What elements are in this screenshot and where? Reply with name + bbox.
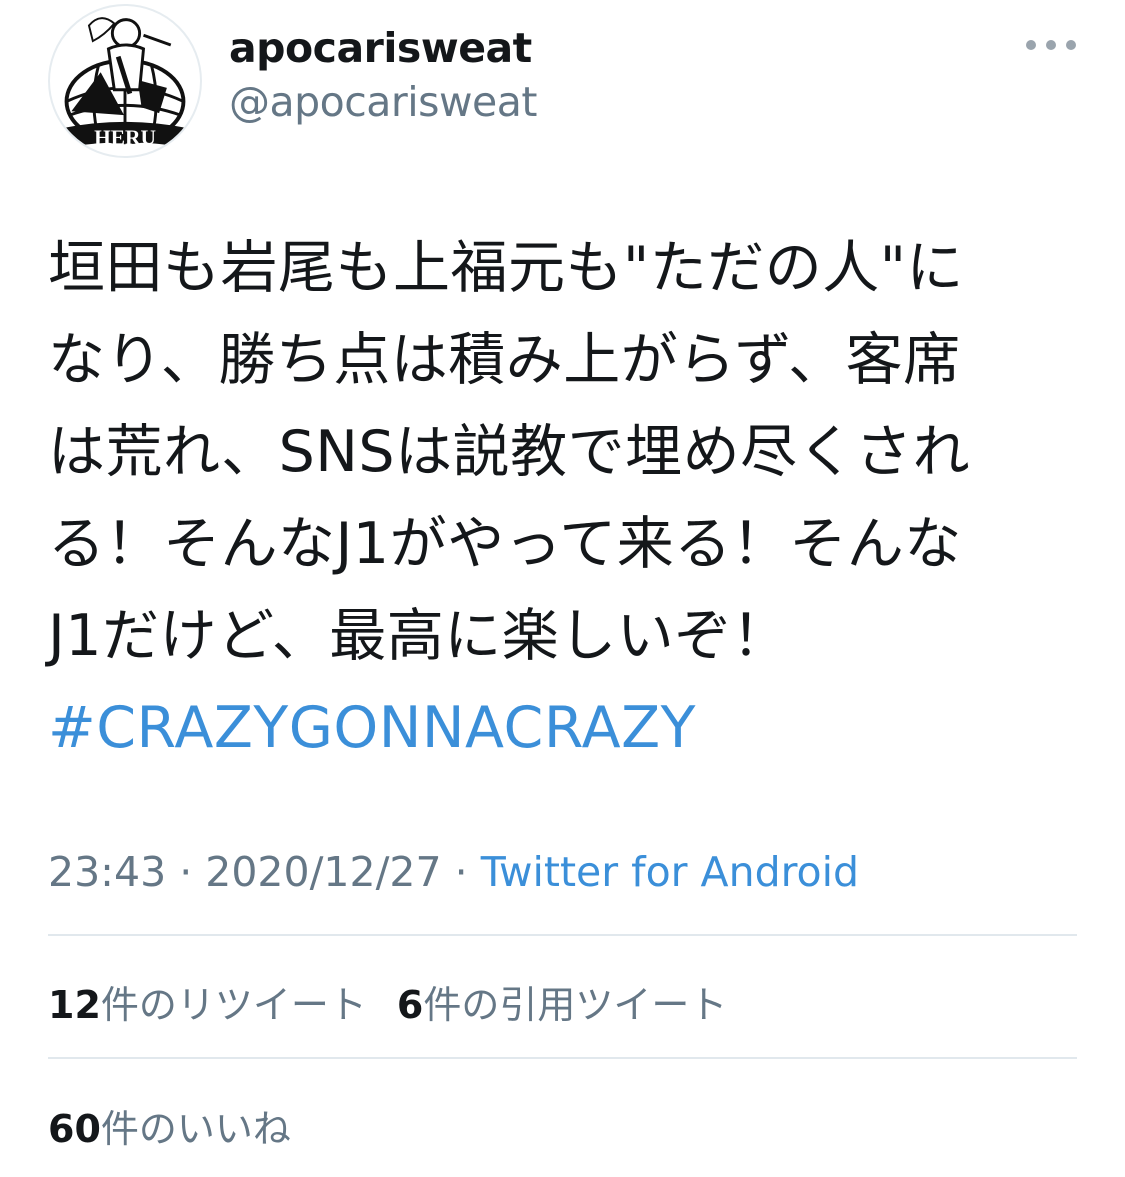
tweet-time: 23:43 — [48, 848, 167, 896]
tweet-text-line: J1だけど、最高に楽しいぞ！ — [48, 603, 790, 669]
tweet-text-line: なり、勝ち点は積み上がらず、客席 — [48, 327, 961, 393]
likes-stat[interactable]: 60件のいいね — [48, 1098, 291, 1153]
username-handle[interactable]: @apocarisweat — [229, 78, 537, 126]
more-dot-icon — [1066, 40, 1076, 50]
likes-label: 件のいいね — [100, 1107, 291, 1151]
divider — [48, 1057, 1077, 1059]
likes-count: 60 — [48, 1107, 101, 1151]
quotes-label: 件の引用ツイート — [423, 983, 728, 1027]
meta-separator: · — [441, 848, 481, 896]
more-dot-icon — [1026, 40, 1036, 50]
tweet-metadata: 23:43 · 2020/12/27 · Twitter for Android — [48, 848, 859, 896]
divider — [48, 934, 1077, 936]
likes-row: 60件のいいね — [48, 1098, 291, 1153]
tweet-source-link[interactable]: Twitter for Android — [481, 848, 859, 896]
hashtag-link[interactable]: #CRAZYGONNACRAZY — [48, 682, 1078, 774]
quotes-stat[interactable]: 6件の引用ツイート — [397, 974, 727, 1029]
tweet-date[interactable]: 2020/12/27 — [205, 848, 441, 896]
svg-text:HERU: HERU — [94, 125, 156, 149]
tweet-text-line: 垣田も岩尾も上福元も"ただの人"に — [48, 235, 964, 301]
display-name[interactable]: apocarisweat — [229, 24, 532, 72]
tweet-text-line: る！そんなJ1がやって来る！そんな — [48, 511, 962, 577]
more-dot-icon — [1046, 40, 1056, 50]
tweet-text-line: は荒れ、SNSは説教で埋め尽くされ — [48, 419, 971, 485]
tweet-detail: HERU apocarisweat @apocarisweat 垣田も岩尾も上福… — [0, 0, 1125, 1177]
avatar-logo-icon: HERU — [59, 17, 191, 149]
engagement-row: 12件のリツイート 6件の引用ツイート — [48, 974, 727, 1029]
tweet-text: 垣田も岩尾も上福元も"ただの人"に なり、勝ち点は積み上がらず、客席 は荒れ、S… — [48, 222, 1078, 774]
quotes-count: 6 — [396, 983, 424, 1027]
more-options-button[interactable] — [1026, 30, 1076, 60]
retweets-stat[interactable]: 12件のリツイート — [48, 974, 367, 1029]
avatar[interactable]: HERU — [48, 4, 202, 158]
retweets-count: 12 — [48, 983, 101, 1027]
retweets-label: 件のリツイート — [100, 983, 367, 1027]
meta-separator: · — [166, 848, 206, 896]
